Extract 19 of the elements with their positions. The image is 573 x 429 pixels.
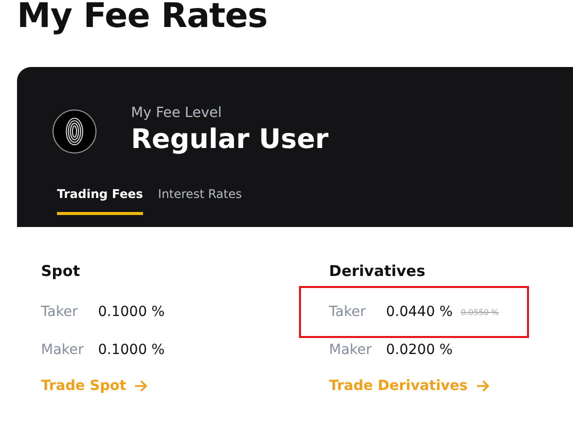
original-fee: 0.0550 % xyxy=(460,308,499,316)
fee-value: 0.0440 % xyxy=(386,304,453,320)
fee-label: Maker xyxy=(329,342,373,358)
tab[interactable]: Trading Fees xyxy=(57,185,144,215)
arrow-right-icon xyxy=(134,379,148,393)
fee-level-value: Regular User xyxy=(131,123,328,157)
fee-label: Taker xyxy=(41,304,79,320)
fee-value: 0.1000 % xyxy=(98,342,165,358)
tab[interactable]: Interest Rates xyxy=(158,185,242,215)
level-badge-icon xyxy=(52,108,97,154)
arrow-right-icon xyxy=(476,379,490,393)
fee-value: 0.0200 % xyxy=(386,342,453,358)
section-title: Derivatives xyxy=(329,261,426,282)
page-title: My Fee Rates xyxy=(17,0,268,36)
fee-level-label: My Fee Level xyxy=(131,104,223,122)
section-title: Spot xyxy=(41,261,82,282)
fee-label: Maker xyxy=(41,342,85,358)
fee-value: 0.1000 % xyxy=(98,304,165,320)
fee-label: Taker xyxy=(329,304,367,320)
